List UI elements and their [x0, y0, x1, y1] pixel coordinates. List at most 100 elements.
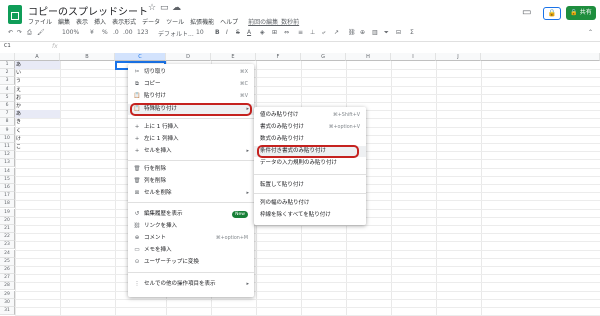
- menu-item-insert-link[interactable]: ⛓ リンクを挿入: [128, 221, 254, 232]
- menu-item-convert-to-people-chip[interactable]: ⊙ ユーザーチップに変換: [128, 257, 254, 268]
- row-header-20[interactable]: 20: [0, 216, 15, 225]
- column-header-e[interactable]: E: [211, 53, 256, 61]
- menu-format[interactable]: 表示形式: [112, 17, 136, 26]
- font-size-select[interactable]: 10: [196, 29, 204, 36]
- column-header-a[interactable]: A: [15, 53, 60, 61]
- menu-tools[interactable]: ツール: [166, 17, 184, 26]
- cell-a4[interactable]: え: [15, 86, 60, 94]
- cell-a5[interactable]: お: [15, 94, 60, 102]
- menu-item-delete-cells[interactable]: ⊠ セルを削除 ▸: [128, 188, 254, 199]
- menu-item-delete-row[interactable]: 🗑 行を削除: [128, 164, 254, 175]
- comment-history-icon[interactable]: ▭: [522, 7, 531, 18]
- row-header-25[interactable]: 25: [0, 257, 15, 266]
- number-format-select[interactable]: 123: [137, 29, 148, 36]
- submenu-item-paste-transposed[interactable]: 転置して貼り付け: [254, 180, 366, 191]
- insert-link-icon[interactable]: ⛓: [348, 29, 356, 36]
- row-header-11[interactable]: 11: [0, 143, 15, 151]
- column-header-h[interactable]: H: [346, 53, 391, 61]
- row-header-21[interactable]: 21: [0, 225, 15, 233]
- row-header-29[interactable]: 29: [0, 290, 15, 299]
- cell-a8[interactable]: き: [15, 118, 60, 126]
- cell-a1[interactable]: あ: [15, 61, 60, 69]
- row-header-27[interactable]: 27: [0, 274, 15, 283]
- row-header-2[interactable]: 2: [0, 69, 15, 78]
- menu-item-delete-column[interactable]: 🗑 列を削除: [128, 176, 254, 187]
- cell-a7[interactable]: あ: [15, 110, 60, 118]
- document-title[interactable]: コピーのスプレッドシート: [28, 3, 148, 18]
- cell-a9[interactable]: く: [15, 127, 60, 135]
- row-header-6[interactable]: 6: [0, 102, 15, 110]
- menu-item-paste[interactable]: 📋 貼り付け ⌘V: [128, 91, 254, 102]
- text-rotation-icon[interactable]: ↗: [334, 29, 339, 36]
- decrease-decimal-button[interactable]: .0: [113, 29, 119, 36]
- row-header-23[interactable]: 23: [0, 241, 15, 250]
- row-header-30[interactable]: 30: [0, 298, 15, 307]
- menu-item-cut[interactable]: ✂ 切り取り ⌘X: [128, 67, 254, 78]
- menu-help[interactable]: ヘルプ: [220, 17, 238, 26]
- menu-item-more-cell-actions[interactable]: ⋮ セルでの他の操作項目を表示 ▸: [128, 279, 254, 290]
- bold-button[interactable]: B: [215, 29, 220, 36]
- paint-format-icon[interactable]: 🖌: [37, 29, 45, 36]
- menu-item-insert-column-left[interactable]: + 左に 1 列挿入: [128, 134, 254, 145]
- row-header-15[interactable]: 15: [0, 175, 15, 184]
- increase-decimal-button[interactable]: .00: [123, 29, 133, 36]
- menu-file[interactable]: ファイル: [28, 17, 52, 26]
- column-header-f[interactable]: F: [256, 53, 301, 61]
- zoom-select[interactable]: 100%: [62, 29, 79, 36]
- share-button[interactable]: 🔒 共有: [566, 6, 596, 20]
- currency-format-button[interactable]: ¥: [90, 29, 94, 36]
- submenu-item-paste-column-widths-only[interactable]: 列の幅のみ貼り付け: [254, 198, 366, 209]
- redo-icon[interactable]: ↷: [17, 29, 22, 36]
- row-header-7[interactable]: 7: [0, 110, 15, 119]
- name-box[interactable]: C1: [4, 43, 11, 49]
- menu-item-insert-note[interactable]: ▭ メモを挿入: [128, 245, 254, 256]
- submenu-item-paste-values-only[interactable]: 値のみ貼り付け ⌘+Shift+V: [254, 110, 366, 121]
- menu-insert[interactable]: 挿入: [94, 17, 106, 26]
- menu-item-comment[interactable]: ⊕ コメント ⌘+option+M: [128, 233, 254, 244]
- column-header-g[interactable]: G: [301, 53, 346, 61]
- submenu-item-paste-data-validation-only[interactable]: データの入力規則のみ貼り付け: [254, 158, 366, 169]
- menu-data[interactable]: データ: [142, 17, 160, 26]
- row-header-22[interactable]: 22: [0, 233, 15, 242]
- menu-view[interactable]: 表示: [76, 17, 88, 26]
- filter-views-icon[interactable]: ⊟: [396, 29, 401, 36]
- column-header-d[interactable]: D: [166, 53, 211, 61]
- row-header-13[interactable]: 13: [0, 159, 15, 168]
- percent-format-button[interactable]: %: [102, 29, 108, 36]
- cloud-status-icon[interactable]: ☁: [172, 3, 181, 13]
- merge-cells-icon[interactable]: ⇔: [284, 29, 289, 36]
- font-select[interactable]: デフォルト...: [158, 29, 194, 38]
- row-header-19[interactable]: 19: [0, 208, 15, 217]
- strikethrough-button[interactable]: S: [236, 29, 240, 36]
- column-header-b[interactable]: B: [60, 53, 115, 61]
- column-header-j[interactable]: J: [436, 53, 481, 61]
- row-header-5[interactable]: 5: [0, 93, 15, 102]
- row-header-4[interactable]: 4: [0, 85, 15, 94]
- borders-icon[interactable]: ⊞: [272, 29, 277, 36]
- star-icon[interactable]: ☆: [148, 3, 156, 13]
- row-header-14[interactable]: 14: [0, 167, 15, 176]
- cell-a11[interactable]: こ: [15, 143, 60, 151]
- row-header-9[interactable]: 9: [0, 126, 15, 135]
- menu-extensions[interactable]: 拡張機能: [190, 17, 214, 26]
- row-header-28[interactable]: 28: [0, 282, 15, 291]
- cell-a6[interactable]: か: [15, 102, 60, 110]
- present-icon[interactable]: 🔒: [543, 7, 561, 20]
- submenu-item-paste-all-except-borders[interactable]: 枠線を除くすべてを貼り付け: [254, 210, 366, 221]
- text-wrap-icon[interactable]: ⤶: [322, 29, 325, 37]
- print-icon[interactable]: ⎙: [27, 29, 32, 37]
- cell-a3[interactable]: う: [15, 77, 60, 85]
- menu-item-insert-cells[interactable]: + セルを挿入 ▸: [128, 146, 254, 157]
- text-color-button[interactable]: A: [247, 29, 251, 36]
- menu-item-show-edit-history[interactable]: ↺ 編集履歴を表示 New: [128, 209, 254, 220]
- menu-edit[interactable]: 編集: [58, 17, 70, 26]
- horizontal-align-icon[interactable]: ≡: [298, 29, 303, 36]
- row-header-3[interactable]: 3: [0, 77, 15, 86]
- column-header-i[interactable]: I: [391, 53, 436, 61]
- collapse-menus-icon[interactable]: ⌃: [588, 29, 593, 36]
- sheets-logo-icon[interactable]: [8, 5, 22, 24]
- row-header-12[interactable]: 12: [0, 151, 15, 160]
- row-header-18[interactable]: 18: [0, 200, 15, 209]
- vertical-align-icon[interactable]: ⊥: [310, 29, 315, 36]
- grid-corner[interactable]: [0, 53, 15, 61]
